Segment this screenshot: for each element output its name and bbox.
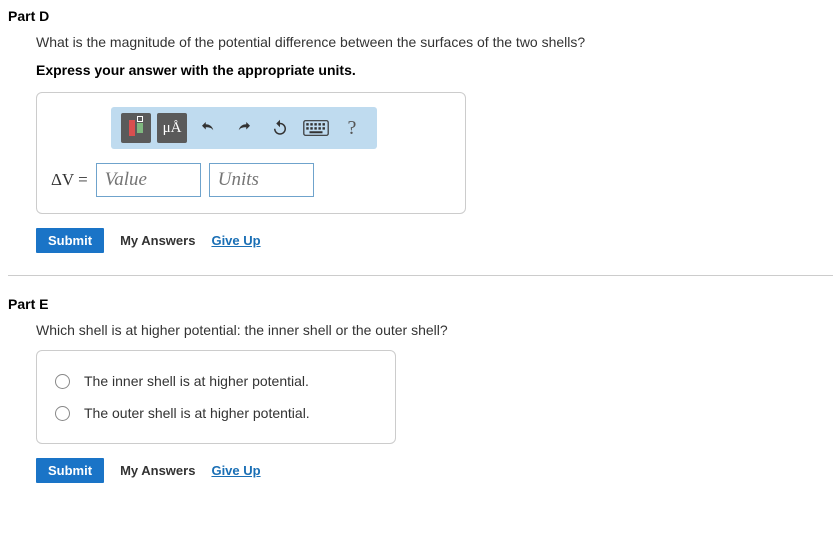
templates-icon[interactable]: [121, 113, 151, 143]
part-e-title: Part E: [8, 296, 833, 312]
my-answers-link[interactable]: My Answers: [120, 463, 195, 478]
part-d: Part D What is the magnitude of the pote…: [8, 8, 833, 253]
part-e: Part E Which shell is at higher potentia…: [8, 296, 833, 483]
symbols-button[interactable]: μÅ: [157, 113, 187, 143]
choice-1[interactable]: The outer shell is at higher potential.: [55, 397, 377, 429]
answer-panel: μÅ ? ΔV =: [36, 92, 466, 214]
radio-icon[interactable]: [55, 406, 70, 421]
choice-label: The outer shell is at higher potential.: [84, 405, 310, 421]
part-d-instruction: Express your answer with the appropriate…: [36, 62, 833, 78]
part-e-question: Which shell is at higher potential: the …: [36, 322, 833, 338]
submit-button[interactable]: Submit: [36, 228, 104, 253]
reset-icon[interactable]: [265, 113, 295, 143]
choice-label: The inner shell is at higher potential.: [84, 373, 309, 389]
value-input[interactable]: [96, 163, 201, 197]
variable-label: ΔV =: [51, 170, 88, 190]
units-input[interactable]: [209, 163, 314, 197]
choice-0[interactable]: The inner shell is at higher potential.: [55, 365, 377, 397]
answer-row: ΔV =: [51, 163, 451, 197]
radio-icon[interactable]: [55, 374, 70, 389]
my-answers-link[interactable]: My Answers: [120, 233, 195, 248]
part-d-title: Part D: [8, 8, 833, 24]
divider: [8, 275, 833, 276]
part-d-actions: Submit My Answers Give Up: [36, 228, 833, 253]
choice-panel: The inner shell is at higher potential. …: [36, 350, 396, 444]
symbols-label: μÅ: [163, 120, 182, 137]
undo-icon[interactable]: [193, 113, 223, 143]
equation-toolbar: μÅ ?: [111, 107, 377, 149]
part-d-question: What is the magnitude of the potential d…: [36, 34, 833, 50]
give-up-link[interactable]: Give Up: [211, 233, 260, 248]
submit-button[interactable]: Submit: [36, 458, 104, 483]
help-button[interactable]: ?: [337, 113, 367, 143]
keyboard-icon[interactable]: [301, 113, 331, 143]
give-up-link[interactable]: Give Up: [211, 463, 260, 478]
part-e-actions: Submit My Answers Give Up: [36, 458, 833, 483]
redo-icon[interactable]: [229, 113, 259, 143]
